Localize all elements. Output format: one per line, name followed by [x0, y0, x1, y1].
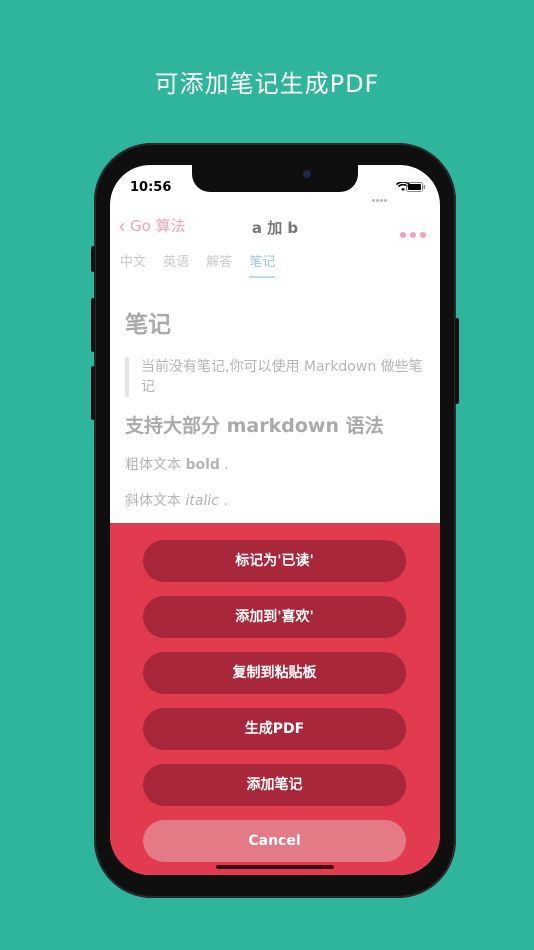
volume-up-button: [91, 298, 95, 352]
add-favorite-button[interactable]: 添加到'喜欢': [143, 596, 406, 638]
silent-switch: [91, 246, 95, 272]
tab-chinese[interactable]: 中文: [120, 251, 146, 276]
tab-english[interactable]: 英语: [163, 251, 189, 276]
tab-notes[interactable]: 笔记: [249, 251, 276, 278]
power-button: [455, 318, 459, 404]
markdown-subheading: 支持大部分 markdown 语法: [125, 415, 384, 437]
navigation-bar: ‹ Go 算法 a 加 b: [110, 215, 440, 241]
italic-example: 斜体文本 italic .: [125, 490, 425, 510]
bold-example: 粗体文本 bold .: [125, 454, 425, 474]
tab-bar: 中文 英语 解答 笔记: [120, 251, 287, 278]
notes-quote: 当前没有笔记,你可以使用 Markdown 做些笔记: [125, 357, 425, 397]
notes-content: 笔记 当前没有笔记,你可以使用 Markdown 做些笔记 支持大部分 mark…: [125, 305, 425, 526]
page-title: a 加 b: [251, 219, 299, 237]
more-icon[interactable]: [396, 223, 426, 242]
notch: [192, 165, 358, 192]
battery-icon: [406, 182, 425, 192]
home-indicator[interactable]: [216, 865, 334, 869]
cancel-button[interactable]: Cancel: [143, 820, 406, 862]
mark-read-button[interactable]: 标记为'已读': [143, 540, 406, 582]
status-time: 10:56: [130, 180, 172, 195]
tab-solution[interactable]: 解答: [206, 251, 232, 276]
signal-icon: [372, 187, 388, 206]
bold-period: .: [224, 457, 229, 473]
italic-prefix: 斜体文本: [125, 493, 181, 509]
notes-heading: 笔记: [125, 312, 171, 338]
phone-screen: 10:56 ‹ Go 算法 a 加 b 中文 英语 解答 笔记 笔记 当前没有笔记…: [110, 165, 440, 875]
action-sheet: 标记为'已读' 添加到'喜欢' 复制到粘贴板 生成PDF 添加笔记 Cancel: [110, 523, 440, 875]
promo-caption: 可添加笔记生成PDF: [154, 70, 380, 98]
generate-pdf-button[interactable]: 生成PDF: [143, 708, 406, 750]
copy-clipboard-button[interactable]: 复制到粘贴板: [143, 652, 406, 694]
italic-period: .: [223, 493, 228, 509]
volume-down-button: [91, 366, 95, 420]
bold-prefix: 粗体文本: [125, 457, 181, 473]
camera: [303, 170, 311, 178]
italic-word: italic: [185, 493, 219, 509]
add-note-button[interactable]: 添加笔记: [143, 764, 406, 806]
bold-word: bold: [185, 457, 220, 473]
